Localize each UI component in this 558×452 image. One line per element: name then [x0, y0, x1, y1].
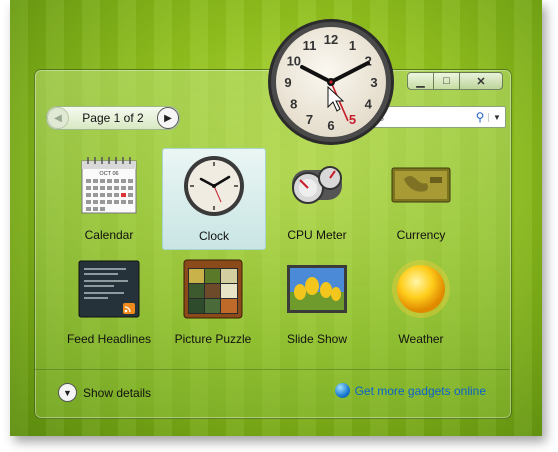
clock-numeral: 8 [290, 97, 297, 112]
clock-numeral: 4 [365, 97, 373, 112]
clock-icon [179, 155, 249, 217]
slide-show-icon [282, 258, 352, 320]
page-label: Page 1 of 2 [82, 111, 144, 125]
window-controls: ▁ □ ✕ [407, 72, 503, 90]
gadget-tile-picture-puzzle[interactable]: Picture Puzzle [162, 252, 264, 352]
gadget-tile-cpu-meter[interactable]: CPU Meter [266, 148, 368, 248]
clock-numeral: 5 [349, 112, 356, 127]
gadget-tile-calendar[interactable]: OCT 06 Calendar [58, 148, 160, 248]
clock-numeral: 9 [284, 75, 291, 90]
show-details-label: Show details [83, 385, 152, 400]
clock-numeral: 10 [287, 54, 301, 69]
picture-puzzle-icon [178, 258, 248, 320]
next-page-button[interactable]: ▶ [156, 107, 179, 129]
gadget-label: Feed Headlines [66, 332, 152, 346]
gadget-label: CPU Meter [287, 228, 347, 242]
show-details-toggle[interactable]: ▼ Show details [58, 383, 151, 402]
desktop-clock-gadget[interactable]: 12 1 2 3 4 5 6 7 8 9 10 11 [266, 17, 396, 147]
calendar-month-label: OCT 06 [99, 171, 118, 177]
currency-icon [386, 154, 456, 216]
weather-icon [386, 258, 456, 320]
get-more-gadgets-label[interactable]: Get more gadgets online [355, 384, 486, 398]
calendar-icon: OCT 06 [74, 154, 144, 216]
gadget-label: Weather [398, 332, 444, 346]
gadget-label: Picture Puzzle [174, 332, 252, 346]
gadget-label: Currency [396, 228, 446, 242]
clock-numeral: 12 [324, 32, 338, 47]
cpu-meter-icon [282, 154, 352, 216]
gadget-label: Clock [198, 229, 229, 243]
gadget-grid: OCT 06 Calendar Clock CPU Meter Currency… [46, 140, 502, 362]
gadget-tile-weather[interactable]: Weather [370, 252, 472, 352]
maximize-button[interactable]: □ [433, 72, 460, 90]
clock-numeral: 6 [327, 118, 334, 133]
get-more-gadgets-link[interactable]: Get more gadgets online [334, 383, 486, 398]
clock-numeral: 7 [306, 112, 313, 127]
gadget-tile-currency[interactable]: Currency [370, 148, 472, 248]
gallery-footer: ▼ Show details Get more gadgets online [34, 369, 510, 418]
clock-numeral: 1 [349, 38, 356, 53]
gadget-tile-clock[interactable]: Clock [162, 148, 266, 250]
chevron-down-icon[interactable]: ▼ [488, 112, 505, 122]
search-icon[interactable]: ⚲ [472, 110, 488, 124]
previous-page-button[interactable]: ◀ [47, 107, 69, 129]
minimize-button[interactable]: ▁ [407, 72, 434, 90]
clock-numeral: 11 [303, 38, 317, 53]
globe-icon [334, 383, 350, 398]
close-button[interactable]: ✕ [459, 72, 503, 90]
clock-numeral: 3 [370, 75, 377, 90]
gadget-label: Slide Show [286, 332, 348, 346]
page-navigator: ◀ Page 1 of 2 ▶ [46, 106, 180, 130]
gadget-tile-feed-headlines[interactable]: Feed Headlines [58, 252, 160, 352]
gadget-label: Calendar [84, 228, 134, 242]
chevron-down-icon[interactable]: ▼ [58, 383, 77, 402]
feed-headlines-icon [74, 258, 144, 320]
gadget-tile-slide-show[interactable]: Slide Show [266, 252, 368, 352]
